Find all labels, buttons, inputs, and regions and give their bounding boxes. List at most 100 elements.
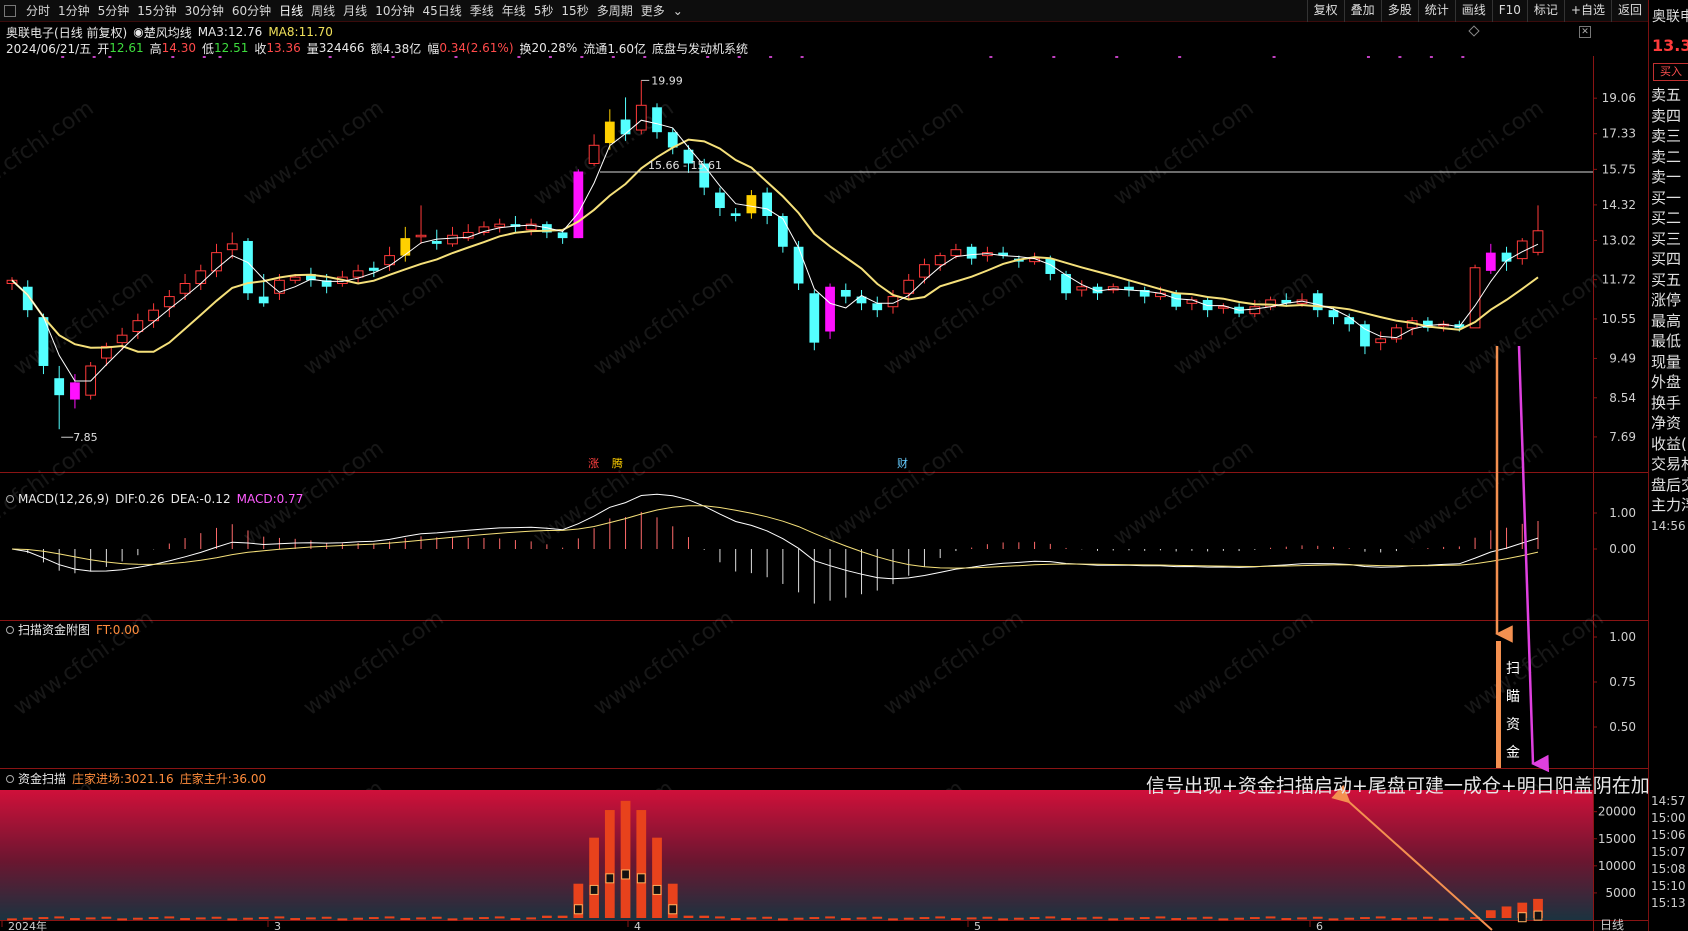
bottom-period-label[interactable]: 日线 (1600, 916, 1624, 931)
candle-body (809, 293, 820, 343)
chevron-down-icon[interactable]: ⌄ (669, 0, 687, 22)
fund-bar (1171, 918, 1182, 921)
ft-value: 0.00 (112, 622, 140, 637)
ma8-value: 11.70 (298, 25, 333, 39)
period-tabs: 分时 1分钟 5分钟 15分钟 30分钟 60分钟 日线 周线 月线 10分钟 45日线 季线 年线 5秒… (0, 0, 687, 22)
period-tab[interactable]: 季线 (466, 0, 498, 22)
toolbar-button[interactable]: 多股 (1380, 0, 1418, 22)
candle-body (1375, 338, 1387, 344)
candle-body (116, 334, 128, 344)
scan-pane-header: 扫描资金附图 FT: 0.00 (6, 621, 139, 638)
pane-collapse-icon[interactable] (1468, 25, 1480, 37)
open-label: 开 (97, 41, 110, 56)
side-stock-name: 奥联申 (1652, 9, 1688, 25)
signal-dot (737, 56, 741, 58)
fund-bar (368, 917, 379, 920)
period-tab[interactable]: 30分钟 (181, 0, 228, 22)
period-tab[interactable]: 5分钟 (94, 0, 134, 22)
candle-body (211, 252, 222, 272)
x-tick-label: 4 (634, 920, 641, 931)
macd-pane-header: MACD(12,26,9) DIF: 0.26 DEA: -0.12 MACD: 0.… (6, 492, 303, 506)
side-panel-row: 卖四 (1651, 106, 1682, 125)
ma-info-line: 奥联电子 (日线 前复权) ◉ 楚风均线 MA3: 12.76 MA8: 11.… (6, 24, 333, 40)
enter-label: 庄家进场: (72, 772, 125, 786)
period-tab[interactable]: 日线 (275, 0, 307, 22)
float-label: 流通 (583, 41, 608, 56)
toolbar-button[interactable]: 标记 (1526, 0, 1564, 22)
fund-bar (164, 916, 175, 919)
candle-body (604, 121, 615, 144)
ma-indicator-dot[interactable]: ◉ (133, 25, 143, 39)
period-tab[interactable]: 1分钟 (54, 0, 94, 22)
x-tick-label: 5 (974, 920, 981, 931)
trade-time: 15:10 (1651, 878, 1686, 893)
period-tab[interactable]: 分时 (22, 0, 54, 22)
price-y-tick-label: 14.32 (1602, 198, 1636, 212)
close-icon[interactable]: ✕ (1579, 26, 1591, 38)
candle-body (179, 282, 191, 294)
toolbar-button[interactable]: 复权 (1306, 0, 1344, 22)
fund-bar (1422, 916, 1433, 919)
candle-body (903, 279, 915, 294)
toolbar-button[interactable]: 返回 (1610, 0, 1648, 22)
trade-time: 15:00 (1651, 810, 1686, 825)
signal-dot (391, 56, 395, 58)
signal-dot (454, 56, 458, 58)
signal-dot (1115, 56, 1119, 58)
candle-body (919, 264, 930, 278)
macd-settings-icon[interactable] (6, 495, 14, 503)
buy-button[interactable]: 买入 (1653, 63, 1688, 81)
fund-bar (1218, 918, 1229, 921)
side-panel-row: 卖一 (1651, 168, 1682, 186)
peak-label: 19.99 (651, 74, 683, 87)
toolbar-button[interactable]: 画线 (1454, 0, 1492, 22)
toolbar-button[interactable]: 叠加 (1343, 0, 1381, 22)
period-tab[interactable]: 15秒 (557, 0, 592, 22)
event-marker: 腾 (612, 456, 623, 470)
scan-settings-icon[interactable] (6, 625, 14, 634)
fund-bar (730, 918, 741, 921)
change-label: 幅 (427, 41, 440, 56)
candlestick-series (6, 56, 1544, 430)
signal-dot (580, 56, 584, 58)
toolbar-button[interactable]: 统计 (1417, 0, 1455, 22)
side-panel-row: 盘后交 (1651, 475, 1688, 494)
watermark-text: www.cfchi.com (1169, 266, 1318, 381)
fund-bar-core (652, 884, 662, 895)
event-marker: 涨 (588, 457, 599, 470)
price-y-tick-label: 15.75 (1602, 162, 1636, 176)
period-tab[interactable]: 15分钟 (133, 0, 180, 22)
scan-title[interactable]: 扫描资金附图 (18, 621, 90, 638)
candle-body (1249, 306, 1261, 315)
fund-y-tick-label: 15000 (1598, 832, 1636, 846)
period-tab[interactable]: 更多 (637, 0, 669, 22)
period-tab[interactable]: 45日线 (418, 0, 465, 22)
fund-bar (38, 917, 49, 920)
candle-body (243, 240, 253, 294)
period-tab[interactable]: 60分钟 (228, 0, 275, 22)
toolbar-button[interactable]: F10 (1491, 0, 1527, 22)
fund-title[interactable]: 资金扫描 (18, 770, 66, 787)
toolbar-button[interactable]: +自选 (1563, 0, 1611, 22)
fund-bar (1375, 916, 1386, 919)
macd-title[interactable]: MACD(12,26,9) (18, 492, 109, 506)
period-tab[interactable]: 多周期 (593, 0, 637, 22)
candle-body (1360, 324, 1370, 347)
fund-bar (793, 917, 804, 920)
toolbar-right-buttons: 复权 叠加 多股 统计 画线 F10 标记 +自选 返回 (1306, 0, 1648, 22)
high-value: 14.30 (161, 41, 196, 55)
period-tab[interactable]: 周线 (307, 0, 339, 22)
period-tab[interactable]: 月线 (339, 0, 371, 22)
fund-bar (70, 918, 80, 921)
low-label: 7.85 (73, 431, 98, 444)
ma-indicator-name[interactable]: 楚风均线 (144, 24, 192, 41)
period-tab[interactable]: 10分钟 (371, 0, 418, 22)
window-menu-icon[interactable] (4, 4, 16, 17)
fund-bar (117, 918, 128, 921)
fund-settings-icon[interactable] (6, 774, 14, 783)
period-tab[interactable]: 5秒 (530, 0, 558, 22)
fund-bar (54, 916, 65, 919)
period-tab[interactable]: 年线 (498, 0, 530, 22)
candle-body (70, 382, 80, 400)
fund-bar-core (621, 869, 630, 880)
